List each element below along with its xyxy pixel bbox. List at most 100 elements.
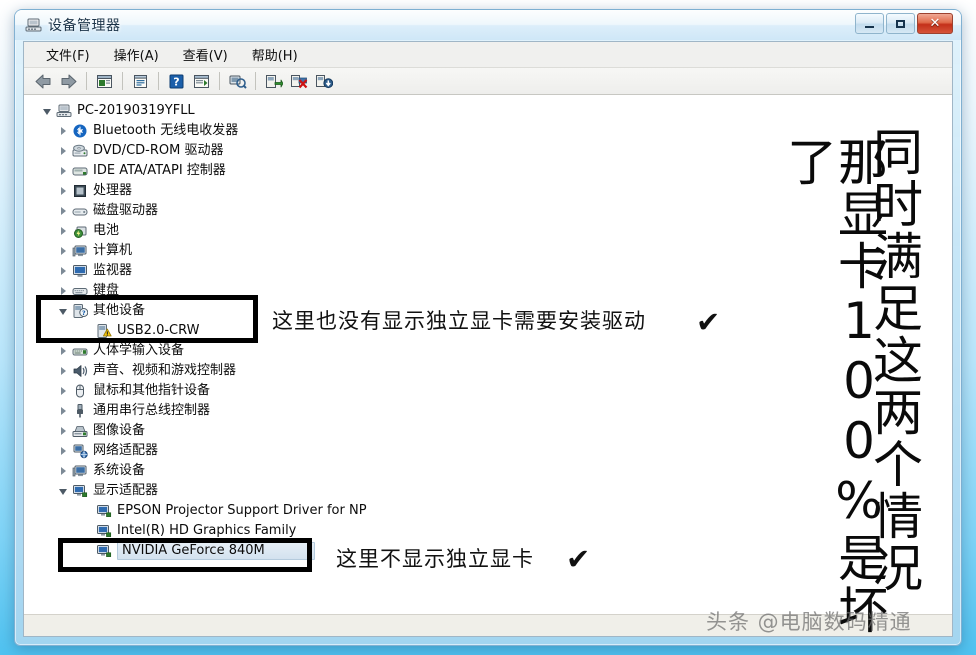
- computer-icon: [56, 103, 72, 119]
- tree-node-label: EPSON Projector Support Driver for NP: [117, 503, 367, 518]
- expander-open-icon[interactable]: [58, 305, 70, 317]
- expander-closed-icon[interactable]: [58, 445, 70, 457]
- title-bar[interactable]: 设备管理器 ✕: [15, 10, 961, 40]
- tree-node-label: 电池: [93, 223, 120, 238]
- display-icon: [96, 503, 112, 519]
- computer2-icon: [72, 243, 88, 259]
- toolbar-separator: [122, 72, 123, 90]
- help-icon[interactable]: ?: [165, 70, 188, 92]
- warning-device-icon: [96, 323, 112, 339]
- annotation-check-icon: ✔: [566, 542, 591, 576]
- tree-node-label: 系统设备: [93, 463, 146, 478]
- forward-icon[interactable]: [57, 70, 80, 92]
- expander-closed-icon[interactable]: [58, 365, 70, 377]
- tree-node-label: DVD/CD-ROM 驱动器: [93, 143, 224, 158]
- tree-node-label: Intel(R) HD Graphics Family: [117, 523, 297, 538]
- uninstall-device-icon[interactable]: [312, 70, 335, 92]
- ide-icon: [72, 163, 88, 179]
- expander-closed-icon[interactable]: [58, 145, 70, 157]
- update-driver-icon[interactable]: [262, 70, 285, 92]
- expander-open-icon[interactable]: [58, 485, 70, 497]
- maximize-button[interactable]: [886, 13, 915, 34]
- keyboard-icon: [72, 283, 88, 299]
- expander-closed-icon[interactable]: [58, 425, 70, 437]
- toolbar: ?: [24, 68, 952, 95]
- sound-icon: [72, 363, 88, 379]
- menu-bar: 文件(F) 操作(A) 查看(V) 帮助(H): [24, 42, 952, 68]
- disable-device-icon[interactable]: [287, 70, 310, 92]
- tree-node-label: USB2.0-CRW: [117, 323, 200, 338]
- expander-closed-icon[interactable]: [58, 465, 70, 477]
- menu-view[interactable]: 查看(V): [171, 42, 240, 67]
- console-icon[interactable]: [190, 70, 213, 92]
- tree-node-label: NVIDIA GeForce 840M: [117, 542, 315, 560]
- scan-hardware-icon[interactable]: [226, 70, 249, 92]
- display-icon: [96, 543, 112, 559]
- display-icon: [96, 523, 112, 539]
- cpu-icon: [72, 183, 88, 199]
- tree-node-label: 显示适配器: [93, 483, 159, 498]
- menu-file[interactable]: 文件(F): [34, 42, 102, 67]
- tree-node-label: 处理器: [93, 183, 133, 198]
- minimize-icon: [856, 14, 883, 33]
- expander-closed-icon[interactable]: [58, 225, 70, 237]
- system-icon: [72, 463, 88, 479]
- tree-node-label: PC-20190319YFLL: [77, 103, 195, 118]
- show-hidden-icon[interactable]: [93, 70, 116, 92]
- expander-closed-icon[interactable]: [58, 205, 70, 217]
- dvd-icon: [72, 143, 88, 159]
- toolbar-separator: [158, 72, 159, 90]
- display-icon: [72, 483, 88, 499]
- battery-icon: [72, 223, 88, 239]
- back-icon[interactable]: [32, 70, 55, 92]
- network-icon: [72, 443, 88, 459]
- bluetooth-icon: [72, 123, 88, 139]
- tree-node-label: 键盘: [93, 283, 120, 298]
- device-manager-icon: [25, 17, 42, 33]
- expander-closed-icon[interactable]: [58, 345, 70, 357]
- menu-help[interactable]: 帮助(H): [240, 42, 310, 67]
- annotation-check-icon: ✔: [696, 305, 721, 339]
- expander-closed-icon[interactable]: [58, 385, 70, 397]
- menu-action[interactable]: 操作(A): [102, 42, 171, 67]
- annotation-text-other-devices: 这里也没有显示独立显卡需要安装驱动: [272, 309, 646, 333]
- tree-node-label: 监视器: [93, 263, 133, 278]
- close-button[interactable]: ✕: [917, 13, 953, 34]
- expander-closed-icon[interactable]: [58, 405, 70, 417]
- toolbar-separator: [219, 72, 220, 90]
- imaging-icon: [72, 423, 88, 439]
- maximize-icon: [887, 14, 914, 33]
- properties-icon[interactable]: [129, 70, 152, 92]
- tree-node-label: 图像设备: [93, 423, 146, 438]
- expander-closed-icon[interactable]: [58, 285, 70, 297]
- minimize-button[interactable]: [855, 13, 884, 34]
- watermark: 头条 @电脑数码精通: [706, 610, 912, 634]
- tree-node-label: 人体学输入设备: [93, 343, 185, 358]
- tree-node-label: 声音、视频和游戏控制器: [93, 363, 237, 378]
- disk-icon: [72, 203, 88, 219]
- toolbar-separator: [86, 72, 87, 90]
- expander-open-icon[interactable]: [42, 105, 54, 117]
- close-icon: ✕: [929, 16, 941, 31]
- tree-node-label: 通用串行总线控制器: [93, 403, 211, 418]
- tree-node-label: 计算机: [93, 243, 133, 258]
- expander-closed-icon[interactable]: [58, 245, 70, 257]
- tree-node-label: 其他设备: [93, 303, 146, 318]
- annotation-text-display-adapters: 这里不显示独立显卡: [336, 547, 534, 571]
- mouse-icon: [72, 383, 88, 399]
- monitor-icon: [72, 263, 88, 279]
- tree-node-label: 网络适配器: [93, 443, 159, 458]
- unknown-device-icon: ?: [72, 303, 89, 319]
- toolbar-separator: [255, 72, 256, 90]
- annotation-vertical-right: 同时满足这两个情况: [865, 126, 923, 594]
- expander-closed-icon[interactable]: [58, 125, 70, 137]
- tree-node-root[interactable]: PC-20190319YFLL: [24, 101, 952, 121]
- tree-node-label: IDE ATA/ATAPI 控制器: [93, 163, 226, 178]
- tree-node-label: 鼠标和其他指针设备: [93, 383, 211, 398]
- window-title: 设备管理器: [48, 18, 121, 34]
- tree-node-label: Bluetooth 无线电收发器: [93, 123, 239, 138]
- expander-closed-icon[interactable]: [58, 165, 70, 177]
- expander-closed-icon[interactable]: [58, 265, 70, 277]
- usb-icon: [72, 403, 88, 419]
- expander-closed-icon[interactable]: [58, 185, 70, 197]
